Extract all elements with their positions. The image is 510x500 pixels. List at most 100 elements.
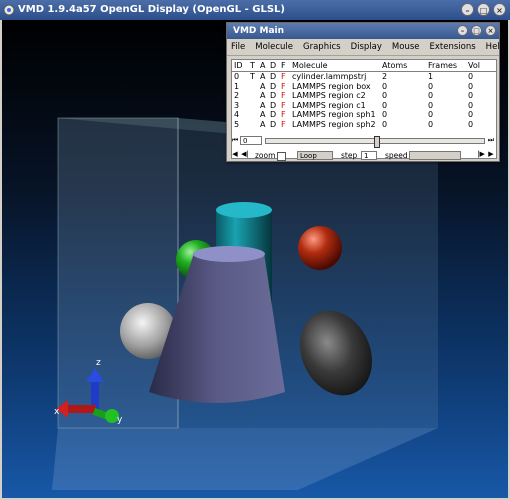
vmd-main-window: VMD Main – □ × File Molecule Graphics Di… — [226, 22, 505, 162]
cell-a: A — [260, 81, 266, 91]
go-to-start-icon[interactable]: ⏮ — [231, 136, 239, 145]
cell-atoms: 0 — [382, 81, 388, 91]
cell-molecule[interactable]: LAMMPS region sph1 — [292, 110, 376, 120]
zoom-label: zoom — [255, 151, 276, 160]
menu-graphics[interactable]: Graphics — [303, 42, 341, 52]
cell-id: 5 — [234, 119, 240, 129]
header-d[interactable]: D — [270, 60, 276, 71]
cell-atoms: 0 — [382, 110, 388, 119]
gl-window-controls: – □ × — [461, 3, 506, 16]
frame-slider-knob[interactable] — [374, 136, 380, 148]
axis-label-y: y — [117, 415, 123, 425]
cell-molecule[interactable]: LAMMPS region sph2 — [292, 120, 376, 130]
header-a[interactable]: A — [260, 60, 265, 71]
cell-a: A — [260, 110, 266, 119]
cell-molecule[interactable]: LAMMPS region c2 — [292, 91, 366, 101]
step-back-icon[interactable]: ◀| — [241, 150, 249, 159]
gl-title-bar[interactable]: VMD 1.9.4a57 OpenGL Display (OpenGL - GL… — [0, 0, 510, 20]
step-input[interactable]: 1 — [361, 151, 377, 160]
zoom-checkbox[interactable] — [277, 152, 286, 161]
menu-extensions[interactable]: Extensions — [430, 42, 476, 52]
cell-a: A — [260, 72, 266, 81]
cell-d: D — [270, 91, 277, 100]
cell-d: D — [270, 100, 277, 110]
vmd-app-icon — [3, 4, 15, 16]
cell-vol: 0 — [468, 119, 474, 129]
speed-slider[interactable] — [409, 151, 461, 160]
menu-help[interactable]: Help — [486, 42, 505, 52]
cell-frames: 0 — [428, 100, 434, 110]
cell-vol: 0 — [468, 100, 474, 110]
cell-a: A — [260, 91, 266, 100]
cylinder-top — [216, 202, 272, 218]
loop-select[interactable]: Loop — [297, 151, 333, 160]
cell-id: 0 — [234, 72, 240, 81]
header-t[interactable]: T — [250, 60, 255, 71]
header-f[interactable]: F — [281, 60, 286, 71]
menu-bar: File Molecule Graphics Display Mouse Ext… — [227, 39, 505, 56]
vmd-main-title: VMD Main — [233, 26, 285, 36]
close-icon[interactable]: × — [485, 25, 496, 36]
header-frames[interactable]: Frames — [428, 60, 457, 71]
cell-id: 2 — [234, 91, 240, 100]
cell-f: F — [281, 91, 286, 100]
cell-id: 1 — [234, 81, 240, 91]
speed-label: speed — [385, 151, 408, 160]
cell-d: D — [270, 110, 277, 119]
cell-a: A — [260, 100, 266, 110]
cell-f: F — [281, 100, 286, 110]
cell-f: F — [281, 119, 286, 129]
cell-molecule[interactable]: LAMMPS region c1 — [292, 101, 366, 111]
red-sphere — [298, 226, 342, 270]
cell-d: D — [270, 72, 277, 81]
molecule-list-header: ID T A D F Molecule Atoms Frames Vol — [232, 60, 496, 72]
cone-top — [193, 246, 265, 262]
cell-molecule[interactable]: cylinder.lammpstrj — [292, 72, 366, 82]
cell-frames: 1 — [428, 72, 434, 81]
cell-molecule[interactable]: LAMMPS region box — [292, 82, 371, 92]
table-row[interactable]: 0 T A D Fcylinder.lammpstrj 2 1 0 — [232, 72, 496, 82]
cell-id: 3 — [234, 100, 240, 110]
axis-label-x: x — [54, 407, 60, 417]
maximize-icon[interactable]: □ — [471, 25, 482, 36]
menu-file[interactable]: File — [231, 42, 245, 52]
cell-id: 4 — [234, 110, 240, 119]
table-row[interactable]: 2 A D F LAMMPS region c2 0 0 0 — [232, 91, 496, 101]
vmd-main-title-bar[interactable]: VMD Main – □ × — [227, 23, 499, 39]
frame-slider[interactable] — [265, 136, 485, 148]
frame-slider-row: ⏮ 0 ⏭ — [231, 136, 495, 148]
cell-frames: 0 — [428, 91, 434, 100]
cell-t: T — [250, 72, 255, 81]
menu-mouse[interactable]: Mouse — [392, 42, 420, 52]
table-row[interactable]: 1 A D F LAMMPS region box 0 0 0 — [232, 82, 496, 92]
close-icon[interactable]: × — [493, 3, 506, 16]
go-to-end-icon[interactable]: ⏭ — [487, 136, 495, 145]
header-atoms[interactable]: Atoms — [382, 60, 407, 71]
table-row[interactable]: 5 A D F LAMMPS region sph2 0 0 0 — [232, 120, 496, 130]
header-molecule[interactable]: Molecule — [292, 60, 328, 71]
table-row[interactable]: 4 A D F LAMMPS region sph1 0 0 0 — [232, 110, 496, 120]
cell-f: F — [281, 72, 286, 81]
minimize-icon[interactable]: – — [457, 25, 468, 36]
maximize-icon[interactable]: □ — [477, 3, 490, 16]
play-forward-icon[interactable]: ▶ — [487, 150, 495, 159]
cell-d: D — [270, 119, 277, 129]
gl-window-title: VMD 1.9.4a57 OpenGL Display (OpenGL - GL… — [18, 4, 285, 15]
cell-vol: 0 — [468, 91, 474, 100]
cell-vol: 0 — [468, 110, 474, 119]
cell-frames: 0 — [428, 119, 434, 129]
cell-f: F — [281, 110, 286, 119]
box-floor — [52, 428, 438, 490]
header-id[interactable]: ID — [234, 60, 243, 71]
frame-input[interactable]: 0 — [240, 136, 262, 145]
cell-vol: 0 — [468, 72, 474, 81]
menu-molecule[interactable]: Molecule — [255, 42, 293, 52]
header-vol[interactable]: Vol — [468, 60, 480, 71]
playback-row: ◀ ◀| zoom Loop step 1 speed |▶ ▶ — [231, 150, 495, 161]
menu-display[interactable]: Display — [351, 42, 382, 52]
play-reverse-icon[interactable]: ◀ — [231, 150, 239, 159]
step-forward-icon[interactable]: |▶ — [477, 150, 485, 159]
cell-d: D — [270, 81, 277, 91]
minimize-icon[interactable]: – — [461, 3, 474, 16]
table-row[interactable]: 3 A D F LAMMPS region c1 0 0 0 — [232, 101, 496, 111]
